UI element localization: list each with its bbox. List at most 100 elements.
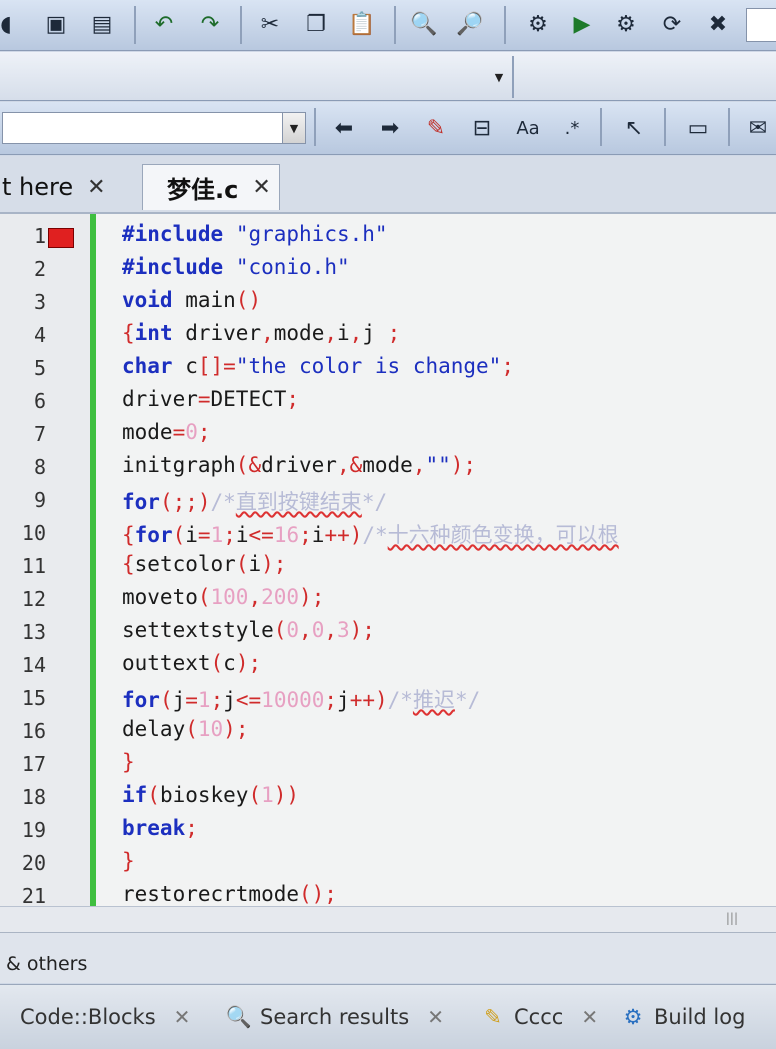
save-icon[interactable]: ▣ (40, 8, 72, 40)
close-icon[interactable]: ✕ (581, 1005, 598, 1029)
toolbar-separator (240, 6, 242, 44)
line-number: 10 (21, 521, 46, 545)
selected-text-icon[interactable]: ⊟ (466, 112, 498, 144)
code-line: 20 } (0, 847, 776, 879)
code-line: 7 mode=0; (0, 418, 776, 450)
undo-icon[interactable]: ↶ (148, 8, 180, 40)
tab-cccc[interactable]: ✎ Cccc ✕ (480, 995, 598, 1039)
line-number: 8 (33, 455, 46, 479)
tab-label: Code::Blocks (20, 1005, 156, 1029)
toolbar-separator (314, 108, 316, 146)
match-case-icon[interactable]: Aa (512, 112, 544, 144)
toolbar-separator (504, 6, 506, 44)
code-line: 4 {int driver,mode,i,j ; (0, 319, 776, 351)
code-text: {for(i=1;i<=16;i++)/*十六种颜色变换，可以根 (122, 523, 619, 547)
pointer-icon[interactable]: ↖ (618, 112, 650, 144)
build-target-combo[interactable] (746, 8, 776, 42)
code-line: 1 #include "graphics.h" (0, 220, 776, 252)
search-input[interactable]: ▼ (2, 112, 306, 144)
build-icon[interactable]: ⚙ (522, 8, 554, 40)
regex-icon[interactable]: .* (556, 112, 588, 144)
line-number: 16 (21, 719, 46, 743)
line-number: 11 (21, 554, 46, 578)
tab-label: Search results (260, 1005, 410, 1029)
toolbar-separator (512, 56, 514, 98)
code-line: 15 for(j=1;j<=10000;j++)/*推迟*/ (0, 682, 776, 714)
line-number: 12 (21, 587, 46, 611)
code-text: #include "graphics.h" (122, 222, 388, 246)
editor-tab-bar: t here ✕ 梦佳.c ✕ (0, 156, 776, 214)
code-line: 6 driver=DETECT; (0, 385, 776, 417)
code-line: 10 {for(i=1;i<=16;i++)/*十六种颜色变换，可以根 (0, 517, 776, 549)
code-text: initgraph(&driver,&mode,""); (122, 453, 477, 477)
scope-combo[interactable]: ▼ (0, 60, 510, 94)
code-line: 17 } (0, 748, 776, 780)
rebuild-icon[interactable]: ⟳ (656, 8, 688, 40)
toolbar-separator (600, 108, 602, 146)
code-line: 3 void main() (0, 286, 776, 318)
tab-build-log[interactable]: ⚙ Build log (620, 995, 746, 1039)
toolbar-separator (394, 6, 396, 44)
code-editor[interactable]: 1 #include "graphics.h" 2 #include "coni… (0, 214, 776, 906)
line-number: 15 (21, 686, 46, 710)
code-line: 11 {setcolor(i); (0, 550, 776, 582)
cut-icon[interactable]: ✂ (254, 8, 286, 40)
paste-icon[interactable]: 📋 (346, 8, 378, 40)
arrow-left-icon[interactable]: ⬅ (328, 112, 360, 144)
code-text: settextstyle(0,0,3); (122, 618, 375, 642)
main-toolbar: ◖ ▣ ▤ ↶ ↷ ✂ ❐ 📋 🔍 🔎 ⚙ ▶ ⚙ ⟳ ✖ (0, 0, 776, 51)
gear-icon: ⚙ (623, 1005, 643, 1029)
search-toolbar: ▼ ⬅ ➡ ✎ ⊟ Aa .* ↖ ▭ ✉ (0, 102, 776, 155)
tab-search-results[interactable]: 🔍 Search results ✕ (226, 995, 444, 1039)
close-icon[interactable]: ✕ (427, 1005, 444, 1029)
line-number: 4 (33, 323, 46, 347)
function-combo[interactable] (518, 60, 776, 94)
replace-icon[interactable]: 🔎 (454, 8, 486, 40)
code-text: driver=DETECT; (122, 387, 300, 411)
breakpoint-marker[interactable] (48, 228, 74, 248)
arrow-right-icon[interactable]: ➡ (374, 112, 406, 144)
build-run-icon[interactable]: ⚙ (610, 8, 642, 40)
scrollbar-grip[interactable]: ||| (726, 911, 738, 925)
toolbar-separator (728, 108, 730, 146)
code-text: if(bioskey(1)) (122, 783, 300, 807)
line-number: 5 (33, 356, 46, 380)
tab-mengjia-c[interactable]: 梦佳.c ✕ (142, 164, 280, 210)
line-number: 18 (21, 785, 46, 809)
code-text: } (122, 849, 135, 873)
find-icon[interactable]: 🔍 (408, 8, 440, 40)
redo-icon[interactable]: ↷ (194, 8, 226, 40)
line-number: 2 (33, 257, 46, 281)
close-icon[interactable]: ✕ (252, 175, 270, 200)
tab-label: Cccc (514, 1005, 564, 1029)
line-number: 17 (21, 752, 46, 776)
close-icon[interactable]: ✕ (174, 1005, 191, 1029)
chevron-down-icon[interactable]: ▼ (282, 113, 305, 143)
chevron-down-icon[interactable]: ▼ (488, 60, 510, 94)
tab-codeblocks[interactable]: Code::Blocks ✕ (20, 995, 190, 1039)
logs-panel-header: & others (0, 932, 776, 983)
line-number: 19 (21, 818, 46, 842)
code-line: 8 initgraph(&driver,&mode,""); (0, 451, 776, 483)
highlight-icon[interactable]: ✎ (420, 112, 452, 144)
save-all-icon[interactable]: ▤ (86, 8, 118, 40)
run-icon[interactable]: ▶ (566, 8, 598, 40)
code-line: 21 restorecrtmode(); (0, 880, 776, 906)
code-text: mode=0; (122, 420, 211, 444)
code-text: char c[]="the color is change"; (122, 354, 514, 378)
rectangle-icon[interactable]: ▭ (682, 112, 714, 144)
pencil-icon: ✎ (484, 1005, 502, 1029)
close-icon[interactable]: ✕ (87, 175, 105, 200)
code-text: void main() (122, 288, 262, 312)
mail-icon[interactable]: ✉ (742, 112, 774, 144)
search-icon: 🔍 (225, 1004, 253, 1029)
abort-icon[interactable]: ✖ (702, 8, 734, 40)
horizontal-scrollbar[interactable]: ||| (0, 906, 776, 933)
new-file-icon[interactable]: ◖ (0, 8, 22, 40)
logs-title: & others (6, 953, 88, 975)
code-line: 14 outtext(c); (0, 649, 776, 681)
copy-icon[interactable]: ❐ (300, 8, 332, 40)
tab-start-here[interactable]: t here ✕ (0, 164, 138, 210)
code-text: #include "conio.h" (122, 255, 350, 279)
code-text: break; (122, 816, 198, 840)
